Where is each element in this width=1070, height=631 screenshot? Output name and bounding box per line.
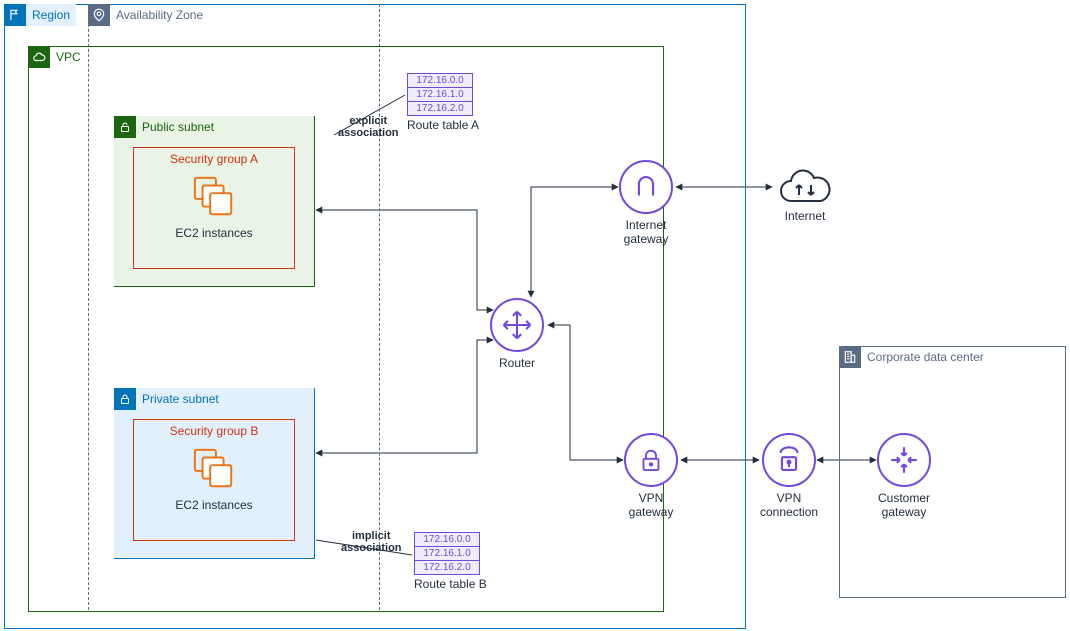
route-entry: 172.16.0.0 <box>415 533 479 547</box>
security-group-b-title: Security group B <box>170 424 259 438</box>
corporate-data-center-container <box>839 346 1066 598</box>
public-subnet-label: Public subnet <box>136 120 214 134</box>
internet-gateway-node: Internet gateway <box>619 160 673 246</box>
ec2-instances-label: EC2 instances <box>175 226 252 240</box>
cloud-icon <box>28 46 50 68</box>
vpn-gateway-icon <box>624 433 678 487</box>
route-table-a-label: Route table A <box>407 118 479 132</box>
region-label: Region <box>26 8 70 22</box>
route-entry: 172.16.1.0 <box>415 547 479 561</box>
router-node: Router <box>490 298 544 370</box>
internet-gateway-label: Internet gateway <box>624 218 669 246</box>
customer-gateway-label: Customer gateway <box>878 491 930 519</box>
public-subnet: Public subnet Security group A EC2 insta… <box>114 116 315 287</box>
route-table-b: 172.16.0.0 172.16.1.0 172.16.2.0 Route t… <box>414 532 487 591</box>
implicit-association-label: implicit association <box>341 530 402 554</box>
route-table-b-label: Route table B <box>414 577 487 591</box>
vpc-tab: VPC <box>28 46 90 68</box>
flag-icon <box>4 4 26 26</box>
security-group-a-title: Security group A <box>170 152 258 166</box>
customer-gateway-icon <box>877 433 931 487</box>
ec2-instances-label: EC2 instances <box>175 498 252 512</box>
availability-zone-label: Availability Zone <box>110 8 203 22</box>
location-pin-icon <box>88 4 110 26</box>
private-subnet-tab: Private subnet <box>114 388 219 410</box>
internet-node: Internet <box>773 163 837 223</box>
public-subnet-tab: Public subnet <box>114 116 214 138</box>
internet-gateway-icon <box>619 160 673 214</box>
vpn-gateway-label: VPN gateway <box>629 491 674 519</box>
corporate-data-center-label: Corporate data center <box>861 350 984 364</box>
lock-open-icon <box>114 116 136 138</box>
ec2-icon <box>191 446 237 492</box>
ec2-icon <box>191 174 237 220</box>
lock-closed-icon <box>114 388 136 410</box>
internet-label: Internet <box>785 209 826 223</box>
region-tab: Region <box>4 4 76 26</box>
route-table-a: 172.16.0.0 172.16.1.0 172.16.2.0 Route t… <box>407 73 479 132</box>
customer-gateway-node: Customer gateway <box>877 433 931 519</box>
vpn-gateway-node: VPN gateway <box>624 433 678 519</box>
building-icon <box>839 346 861 368</box>
explicit-association-label: explicit association <box>338 115 399 139</box>
route-entry: 172.16.2.0 <box>415 561 479 574</box>
security-group-a: Security group A EC2 instances <box>133 147 295 269</box>
security-group-b: Security group B EC2 instances <box>133 419 295 541</box>
private-subnet: Private subnet Security group B EC2 inst… <box>114 388 315 559</box>
route-entry: 172.16.1.0 <box>408 88 472 102</box>
vpn-connection-label: VPN connection <box>760 491 818 519</box>
route-entry: 172.16.0.0 <box>408 74 472 88</box>
router-label: Router <box>499 356 535 370</box>
router-icon <box>490 298 544 352</box>
private-subnet-label: Private subnet <box>136 392 219 406</box>
route-entry: 172.16.2.0 <box>408 102 472 115</box>
corporate-data-center-tab: Corporate data center <box>839 346 984 368</box>
cloud-internet-icon <box>773 163 837 209</box>
vpn-connection-icon <box>762 433 816 487</box>
vpc-label: VPC <box>50 50 81 64</box>
vpn-connection-node: VPN connection <box>760 433 818 519</box>
availability-zone-tab: Availability Zone <box>88 4 203 26</box>
